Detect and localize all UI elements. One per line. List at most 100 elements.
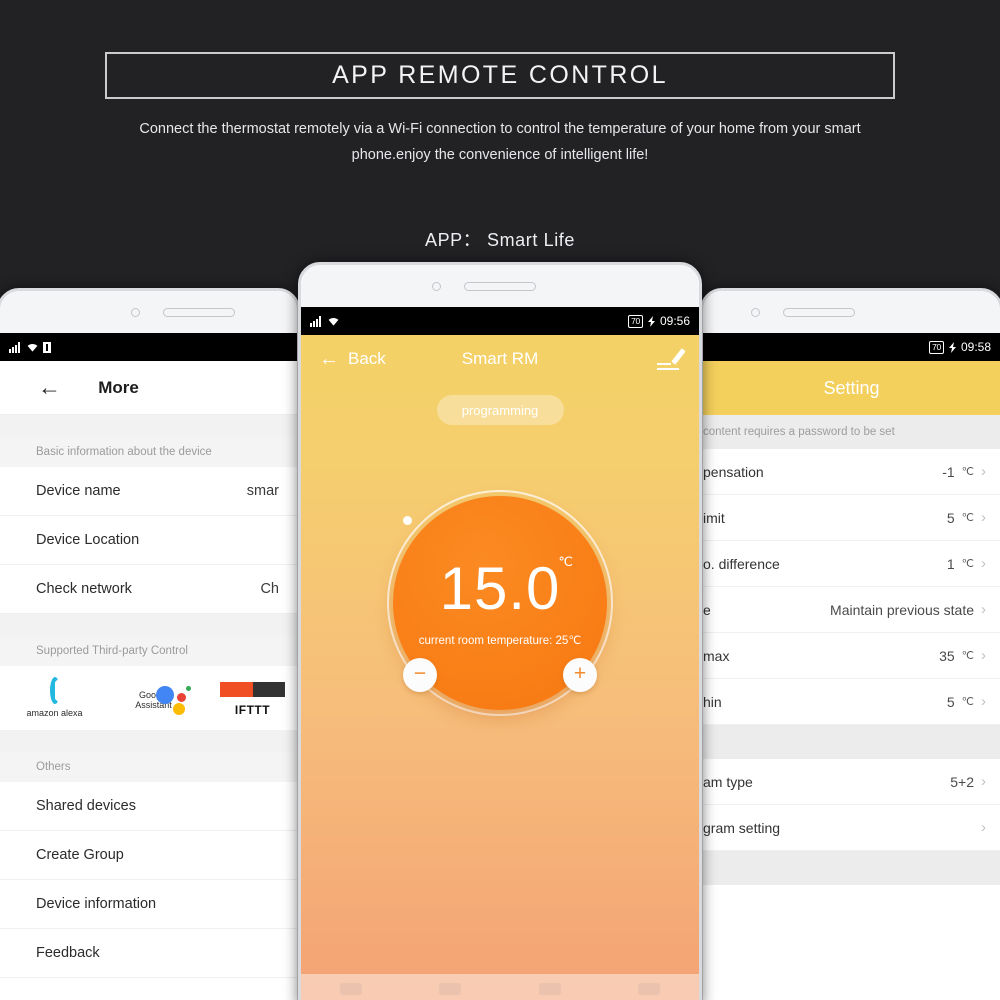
section-spacer xyxy=(0,614,297,636)
row-label: max xyxy=(703,647,730,664)
password-note: content requires a password to be set xyxy=(703,415,1000,449)
chevron-right-icon: › xyxy=(981,773,986,790)
status-bar-right: 70 09:58 xyxy=(703,333,1000,361)
programming-mode-pill[interactable]: programming xyxy=(436,395,564,425)
list-item-device-location[interactable]: Device Location xyxy=(0,516,297,565)
page-root: APP REMOTE CONTROL Connect the thermosta… xyxy=(0,0,1000,1000)
nav-icon-2[interactable] xyxy=(439,983,462,995)
third-party-alexa[interactable]: amazon alexa xyxy=(22,677,87,718)
wifi-icon xyxy=(27,343,38,352)
bottom-nav-bar[interactable] xyxy=(301,974,699,1000)
phone-center-screen: 70 09:56 ← Back Smart RM programming ℃ 1… xyxy=(301,307,699,1000)
setting-row-temp-min[interactable]: hin 5 ℃ › xyxy=(703,679,1000,725)
row-label: Create Group xyxy=(36,847,124,863)
row-value-group: Maintain previous state › xyxy=(830,601,986,618)
nav-icon-4[interactable] xyxy=(638,983,661,995)
speaker-icon xyxy=(464,282,536,291)
section-spacer xyxy=(703,851,1000,885)
battery-level: 70 xyxy=(628,314,643,328)
right-phone-title-bar: Setting xyxy=(703,361,1000,415)
setting-row-temp-difference[interactable]: o. difference 1 ℃ › xyxy=(703,541,1000,587)
section-spacer xyxy=(703,725,1000,759)
list-item-device-name[interactable]: Device name smar xyxy=(0,467,297,516)
setting-row-program-type[interactable]: am type 5+2 › xyxy=(703,759,1000,805)
list-item-check-network[interactable]: Check network Ch xyxy=(0,565,297,614)
list-item-feedback[interactable]: Feedback xyxy=(0,929,297,978)
row-label: hin xyxy=(703,693,722,710)
phone-right-screen: 70 09:58 Setting content requires a pass… xyxy=(703,333,1000,1000)
row-value-group: -1 ℃ › xyxy=(942,463,986,480)
dial-knob-handle[interactable] xyxy=(403,516,412,525)
setting-row-power-on-state[interactable]: e Maintain previous state › xyxy=(703,587,1000,633)
right-phone-title: Setting xyxy=(823,377,880,398)
row-unit: ℃ xyxy=(961,696,974,708)
third-party-label: amazon alexa xyxy=(26,708,83,718)
row-value: 5 xyxy=(946,693,955,710)
back-label: Back xyxy=(348,349,386,368)
status-right-icons: 70 09:58 xyxy=(929,340,991,354)
row-value: 1 xyxy=(946,555,955,572)
phone-center-smart-rm: 70 09:56 ← Back Smart RM programming ℃ 1… xyxy=(298,262,702,1000)
section-spacer xyxy=(0,730,297,752)
battery-icon xyxy=(43,341,51,353)
camera-icon xyxy=(751,308,760,317)
third-party-label: IFTTT xyxy=(234,703,271,717)
row-label: o. difference xyxy=(703,555,780,572)
row-value-group: 5 ℃ › xyxy=(947,509,986,526)
ifttt-icon xyxy=(220,682,285,697)
speaker-icon xyxy=(163,308,235,317)
phone-bezel-top xyxy=(703,291,1000,333)
row-label: pensation xyxy=(703,463,764,480)
nav-icon-3[interactable] xyxy=(538,983,561,995)
chevron-right-icon: › xyxy=(981,693,986,710)
phone-right-setting: 70 09:58 Setting content requires a pass… xyxy=(700,288,1000,1000)
section-spacer xyxy=(0,415,297,437)
status-left-icons xyxy=(9,341,51,353)
page-subtitle: Connect the thermostat remotely via a Wi… xyxy=(139,121,861,163)
signal-icon xyxy=(310,315,321,327)
third-party-google-assistant[interactable]: Google Assistant xyxy=(121,682,191,715)
chevron-right-icon: › xyxy=(981,463,986,480)
third-party-icon-row: amazon alexa Google Assistant IFTTT xyxy=(0,666,297,730)
third-party-ifttt[interactable]: IFTTT xyxy=(220,682,285,717)
row-unit: ℃ xyxy=(961,512,974,524)
phone-bezel-top xyxy=(301,265,699,307)
list-item-create-group[interactable]: Create Group xyxy=(0,831,297,880)
row-unit: ℃ xyxy=(961,558,974,570)
back-arrow-icon[interactable]: ← xyxy=(38,376,61,399)
row-value-group: 1 ℃ › xyxy=(947,555,986,572)
edit-pencil-icon[interactable] xyxy=(657,348,686,370)
row-value: Maintain previous state xyxy=(830,601,974,618)
section-header-others: Others xyxy=(0,752,297,782)
camera-icon xyxy=(131,308,140,317)
setting-row-program-setting[interactable]: gram setting › xyxy=(703,805,1000,851)
status-left-icons xyxy=(310,315,340,327)
row-value-group: 5+2 › xyxy=(950,773,986,790)
temperature-increase-button[interactable]: + xyxy=(563,658,597,692)
current-room-temperature: current room temperature: 25℃ xyxy=(419,633,582,647)
current-room-label: current room temperature: xyxy=(418,635,553,647)
list-item-shared-devices[interactable]: Shared devices xyxy=(0,782,297,831)
chevron-right-icon: › xyxy=(981,601,986,618)
chevron-right-icon: › xyxy=(981,819,986,836)
chevron-right-icon: › xyxy=(981,647,986,664)
row-value-group: › xyxy=(974,819,986,836)
setting-row-limit[interactable]: imit 5 ℃ › xyxy=(703,495,1000,541)
row-value: -1 xyxy=(942,463,955,480)
temperature-decrease-button[interactable]: − xyxy=(403,658,437,692)
nav-icon-1[interactable] xyxy=(339,983,362,995)
app-name-label: APP： Smart Life xyxy=(424,230,576,250)
temperature-unit: ℃ xyxy=(558,554,573,569)
charging-icon xyxy=(647,315,655,327)
row-value: smar xyxy=(246,483,279,499)
thermostat-dial[interactable]: ℃ 15.0 current room temperature: 25℃ − + xyxy=(387,490,613,716)
list-item-device-information[interactable]: Device information xyxy=(0,880,297,929)
current-room-value: 25℃ xyxy=(555,635,582,647)
row-label: e xyxy=(703,601,711,618)
section-header-basic-info: Basic information about the device xyxy=(0,437,297,467)
setting-row-temp-max[interactable]: max 35 ℃ › xyxy=(703,633,1000,679)
row-value: 5 xyxy=(946,509,955,526)
chevron-right-icon: › xyxy=(981,555,986,572)
setting-row-compensation[interactable]: pensation -1 ℃ › xyxy=(703,449,1000,495)
back-button[interactable]: ← Back xyxy=(319,349,386,369)
